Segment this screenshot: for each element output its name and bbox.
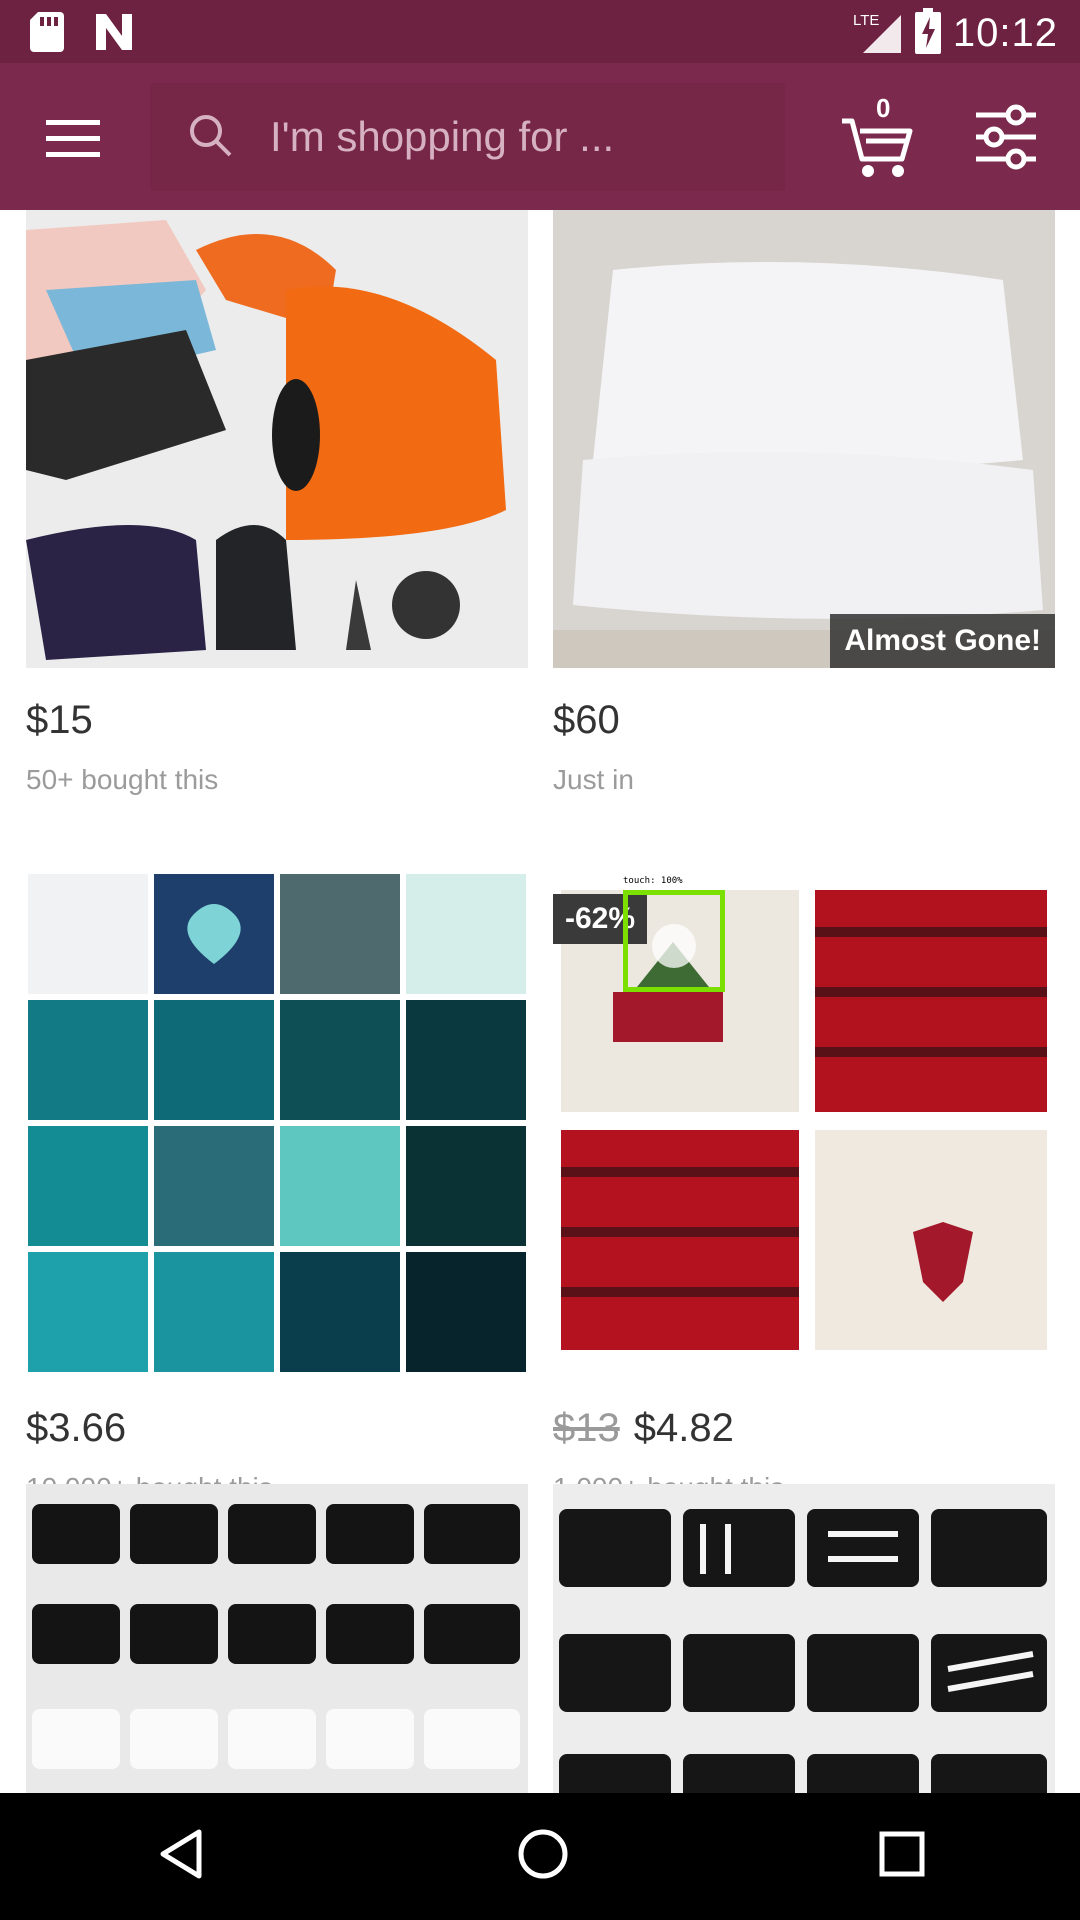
home-button[interactable]: [515, 1826, 571, 1887]
filter-sliders-icon: [976, 104, 1036, 170]
product-card[interactable]: [553, 1484, 1055, 1793]
recents-button[interactable]: [877, 1829, 927, 1884]
cart-count: 0: [876, 93, 891, 123]
product-image[interactable]: -62% touch: 100%: [553, 872, 1055, 1376]
signal-icon: LTE: [853, 9, 903, 58]
sd-card-icon: [30, 12, 64, 57]
back-icon: [160, 1829, 202, 1879]
product-grid: $15 50+ bought this Almost Gone! $60 Jus…: [0, 210, 1080, 1793]
status-time: 10:12: [952, 11, 1058, 55]
touch-indicator-label: touch: 100%: [623, 876, 683, 886]
purchase-count: Just in: [553, 764, 634, 795]
price: $15: [26, 698, 93, 742]
svg-text:LTE: LTE: [853, 12, 879, 29]
recents-icon: [879, 1831, 925, 1877]
status-right: LTE 10:12: [853, 8, 1058, 59]
back-button[interactable]: [153, 1826, 209, 1887]
cart-button[interactable]: 0: [836, 93, 926, 183]
price-row: $13 $4.82: [553, 1406, 1055, 1456]
price-row: $3.66: [26, 1406, 528, 1456]
product-image[interactable]: [26, 210, 528, 668]
price: $3.66: [26, 1406, 127, 1450]
product-image[interactable]: [26, 872, 528, 1376]
touch-point: [652, 924, 696, 968]
notification-n-icon: [94, 12, 134, 57]
product-image[interactable]: [553, 1484, 1055, 1793]
filter-button[interactable]: [970, 101, 1042, 173]
price: $60: [553, 698, 620, 742]
price-row: $15: [26, 698, 528, 748]
price-row: $60: [553, 698, 1055, 748]
menu-icon: [46, 120, 100, 157]
product-card[interactable]: $15 50+ bought this: [26, 210, 528, 796]
app-bar: 0: [0, 63, 1080, 210]
status-bar: LTE 10:12: [0, 0, 1080, 63]
almost-gone-badge: Almost Gone!: [830, 614, 1055, 668]
product-image[interactable]: Almost Gone!: [553, 210, 1055, 668]
product-card[interactable]: $3.66 10,000+ bought this: [26, 872, 528, 1504]
price: $4.82: [633, 1406, 734, 1450]
search-icon: [188, 113, 234, 164]
battery-charging-icon: [914, 8, 941, 59]
product-image[interactable]: [26, 1484, 528, 1793]
home-icon: [518, 1829, 568, 1879]
menu-button[interactable]: [38, 103, 108, 173]
product-card[interactable]: -62% touch: 100% $13 $4.82 1,000+ bought…: [553, 872, 1055, 1504]
product-card[interactable]: [26, 1484, 528, 1793]
purchase-count: 50+ bought this: [26, 764, 219, 795]
navigation-bar: [0, 1793, 1080, 1920]
search-box[interactable]: [150, 83, 785, 191]
original-price: $13: [553, 1406, 620, 1450]
status-left: [30, 12, 134, 57]
search-input[interactable]: [270, 105, 760, 169]
product-card[interactable]: Almost Gone! $60 Just in: [553, 210, 1055, 796]
